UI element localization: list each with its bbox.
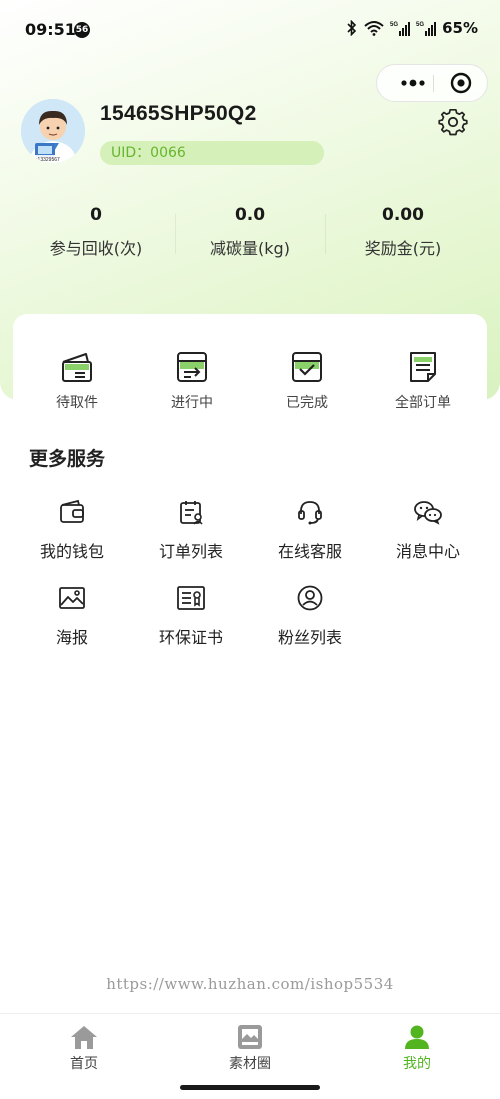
svg-text:5G: 5G [416,22,424,28]
stat-value: 0.0 [234,205,266,225]
all-orders-icon [410,352,436,382]
stat-divider [325,214,326,254]
cellular-signal-icon: 5G [390,22,411,36]
status-time: 09:51 [25,20,76,39]
wifi-icon [364,21,384,36]
order-label: 已完成 [286,395,328,411]
stat-carbon-reduction[interactable]: 0.0 减碳量(kg) [175,205,325,259]
watermark-url: https://www.huzhan.com/ishop5534 [106,975,394,993]
tab-label: 首页 [70,1056,98,1072]
headset-icon [298,501,322,525]
certificate-icon [177,586,205,610]
tab-label: 素材圈 [229,1056,271,1072]
user-circle-icon [297,585,323,611]
more-dots-icon [401,79,425,87]
service-eco-certificate[interactable]: 环保证书 [133,584,249,648]
battery-level: 65% [442,19,478,37]
service-fans-list[interactable]: 粉丝列表 [252,584,368,648]
stat-label: 减碳量(kg) [210,239,290,258]
order-all[interactable]: 全部订单 [365,350,481,412]
home-icon [71,1026,97,1049]
tab-label: 我的 [403,1056,431,1072]
in-progress-box-icon [177,352,207,382]
avatar-illustration: TEL:13329567 [21,99,85,163]
notification-badge: 56 [74,22,90,38]
order-list-icon [180,501,203,525]
stat-value: 0.00 [382,205,424,225]
service-label: 我的钱包 [39,542,104,561]
tab-home[interactable]: 首页 [24,1024,144,1073]
service-label: 环保证书 [158,628,223,647]
settings-gear-icon[interactable] [438,107,468,137]
order-in-progress[interactable]: 进行中 [134,350,250,412]
close-miniprogram-icon[interactable] [449,71,473,95]
image-poster-icon [59,587,85,609]
more-services-title: 更多服务 [29,448,106,470]
tab-materials[interactable]: 素材圈 [190,1024,310,1073]
home-indicator [180,1085,320,1090]
service-online-support[interactable]: 在线客服 [252,498,368,562]
username: 15465SHP50Q2 [100,102,257,125]
stat-recycle-count[interactable]: 0 参与回收(次) [21,205,171,259]
pickup-box-icon [62,353,92,382]
miniprogram-capsule [376,64,488,102]
stat-reward[interactable]: 0.00 奖励金(元) [328,205,478,259]
svg-text:5G: 5G [390,22,398,28]
capsule-divider [433,75,434,92]
service-poster[interactable]: 海报 [14,584,130,648]
service-message-center[interactable]: 消息中心 [370,498,486,562]
service-wallet[interactable]: 我的钱包 [14,498,130,562]
tab-mine[interactable]: 我的 [357,1024,477,1073]
person-icon [405,1025,429,1049]
order-pending-pickup[interactable]: 待取件 [19,350,135,412]
order-completed[interactable]: 已完成 [249,350,365,412]
status-bar: 09:51 56 5G 5G 65% [0,0,500,60]
service-label: 在线客服 [277,542,342,561]
uid-badge: UID：0066 [100,141,324,165]
service-label: 消息中心 [395,542,460,561]
wallet-icon [60,499,84,523]
more-options-button[interactable] [391,65,435,101]
order-label: 进行中 [171,395,213,411]
service-label: 粉丝列表 [277,628,342,647]
stat-value: 0 [90,205,102,225]
order-label: 待取件 [56,395,98,411]
gallery-icon [238,1025,262,1049]
service-order-list[interactable]: 订单列表 [133,498,249,562]
order-label: 全部订单 [395,395,451,411]
bluetooth-icon [347,20,357,36]
service-label: 订单列表 [158,542,223,561]
service-label: 海报 [55,628,88,647]
stat-label: 奖励金(元) [364,239,442,258]
status-icons: 5G 5G 65% [346,19,478,37]
completed-box-icon [292,352,322,382]
cellular-signal-icon-2: 5G [416,22,437,36]
avatar[interactable]: TEL:13329567 [21,99,85,163]
stat-label: 参与回收(次) [49,239,143,258]
chat-bubbles-icon [414,501,442,525]
